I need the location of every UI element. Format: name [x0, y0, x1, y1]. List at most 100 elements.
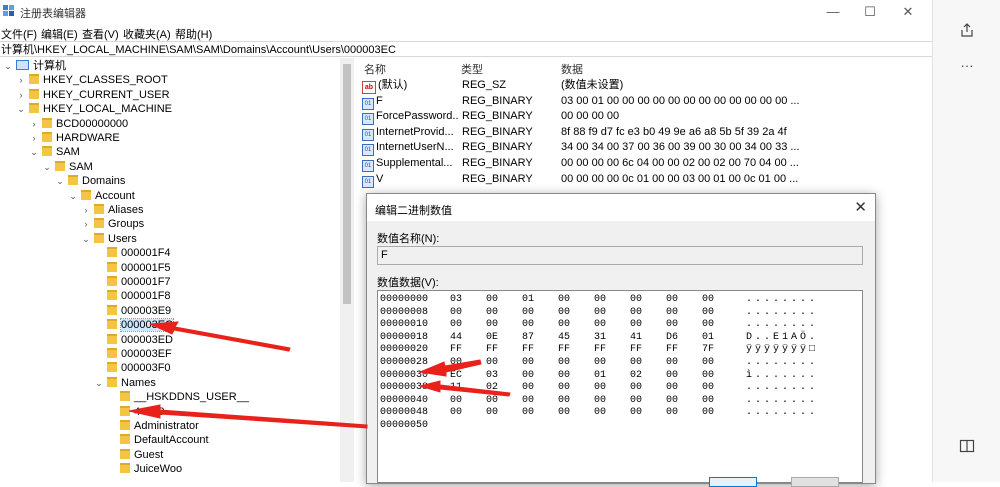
- hex-byte[interactable]: FF: [666, 343, 688, 356]
- minimize-button[interactable]: —: [818, 2, 848, 22]
- hex-byte[interactable]: 00: [630, 406, 652, 419]
- hex-byte[interactable]: 00: [630, 394, 652, 407]
- hex-row[interactable]: 00000038 11 02 00 00 00 00 00 00........: [380, 381, 860, 394]
- hex-row[interactable]: 00000018 44 0E 87 45 31 41 D6 01 D..E1AÖ.: [380, 331, 860, 344]
- hex-byte[interactable]: 00: [630, 306, 652, 319]
- hex-byte[interactable]: 00: [666, 306, 688, 319]
- hex-byte[interactable]: 00: [558, 318, 580, 331]
- hex-byte[interactable]: 11: [450, 381, 472, 394]
- hex-byte[interactable]: 00: [450, 306, 472, 319]
- hex-byte[interactable]: 00: [702, 406, 724, 419]
- hex-byte[interactable]: 7F: [702, 343, 724, 356]
- hex-byte[interactable]: FF: [450, 343, 472, 356]
- share-icon[interactable]: [959, 22, 975, 38]
- hex-byte[interactable]: 00: [486, 356, 508, 369]
- hex-byte[interactable]: 00: [630, 318, 652, 331]
- hex-byte[interactable]: EC: [450, 369, 472, 382]
- hex-row[interactable]: 00000000 03 00 01 00 00 00 00 00........: [380, 293, 860, 306]
- chevron-down-icon[interactable]: ⌄: [17, 102, 25, 116]
- column-type-header[interactable]: 类型: [461, 61, 483, 77]
- value-row[interactable]: 01 InternetProvid... REG_BINARY 8f 88 f9 d7…: [362, 125, 932, 141]
- value-row[interactable]: ab (默认) REG_SZ (数值未设置): [362, 78, 932, 94]
- value-row[interactable]: 01 InternetUserN... REG_BINARY 34 00 34 00 …: [362, 140, 932, 157]
- hex-byte[interactable]: 0E: [486, 331, 508, 344]
- hex-byte[interactable]: 00: [486, 293, 508, 306]
- hex-byte[interactable]: D6: [666, 331, 688, 344]
- hex-byte[interactable]: 00: [702, 356, 724, 369]
- chevron-right-icon[interactable]: ›: [17, 73, 25, 87]
- hex-byte[interactable]: FF: [522, 343, 544, 356]
- hex-byte[interactable]: 00: [558, 306, 580, 319]
- more-options-button[interactable]: ···: [959, 58, 975, 74]
- hex-byte[interactable]: 00: [450, 406, 472, 419]
- hex-byte[interactable]: 00: [630, 356, 652, 369]
- menu-help[interactable]: 帮助(H): [175, 26, 212, 42]
- hex-byte[interactable]: 00: [522, 318, 544, 331]
- hex-byte[interactable]: 02: [630, 369, 652, 382]
- hex-byte[interactable]: 00: [702, 306, 724, 319]
- hex-byte[interactable]: 00: [666, 406, 688, 419]
- hex-byte[interactable]: 00: [666, 394, 688, 407]
- hex-byte[interactable]: 00: [594, 306, 616, 319]
- value-row[interactable]: 01 Supplemental... REG_BINARY 00 00 00 00 6…: [362, 156, 932, 172]
- hex-byte[interactable]: 00: [558, 369, 580, 382]
- menu-view[interactable]: 查看(V): [82, 26, 119, 42]
- hex-byte[interactable]: 00: [558, 394, 580, 407]
- panel-icon[interactable]: [959, 438, 975, 454]
- hex-byte[interactable]: 00: [522, 406, 544, 419]
- chevron-right-icon[interactable]: ›: [82, 217, 90, 231]
- dialog-close-icon[interactable]: ✕: [854, 198, 867, 216]
- chevron-down-icon[interactable]: ⌄: [95, 376, 103, 390]
- tree-scrollbar-thumb[interactable]: [343, 64, 351, 304]
- hex-byte[interactable]: 00: [558, 356, 580, 369]
- hex-byte[interactable]: 00: [702, 318, 724, 331]
- hex-byte[interactable]: 00: [702, 369, 724, 382]
- ok-button[interactable]: [709, 477, 757, 487]
- hex-byte[interactable]: 45: [558, 331, 580, 344]
- hex-byte[interactable]: 01: [594, 369, 616, 382]
- chevron-right-icon[interactable]: ›: [30, 131, 38, 145]
- hex-byte[interactable]: 00: [630, 381, 652, 394]
- hex-byte[interactable]: FF: [594, 343, 616, 356]
- tree-scrollbar[interactable]: [340, 58, 354, 482]
- hex-byte[interactable]: 00: [450, 356, 472, 369]
- value-name-field[interactable]: F: [377, 246, 863, 265]
- chevron-down-icon[interactable]: ⌄: [4, 59, 12, 73]
- chevron-right-icon[interactable]: ›: [30, 117, 38, 131]
- hex-byte[interactable]: 00: [594, 394, 616, 407]
- hex-byte[interactable]: 00: [594, 356, 616, 369]
- value-row[interactable]: 01 ForcePassword... REG_BINARY 00 00 00 00: [362, 109, 932, 126]
- hex-byte[interactable]: 00: [486, 394, 508, 407]
- hex-byte[interactable]: 00: [666, 356, 688, 369]
- hex-row[interactable]: 00000008 00 00 00 00 00 00 00 00........: [380, 306, 860, 319]
- hex-byte[interactable]: 00: [666, 318, 688, 331]
- hex-byte[interactable]: FF: [630, 343, 652, 356]
- hex-byte[interactable]: 00: [702, 394, 724, 407]
- hex-byte[interactable]: 00: [594, 318, 616, 331]
- hex-byte[interactable]: 01: [702, 331, 724, 344]
- hex-byte[interactable]: 00: [522, 356, 544, 369]
- hex-row[interactable]: 00000048 00 00 00 00 00 00 00 00........: [380, 406, 860, 419]
- hex-row[interactable]: 00000030 EC 03 00 00 01 02 00 00 ì.......: [380, 369, 860, 382]
- hex-byte[interactable]: 00: [666, 293, 688, 306]
- hex-byte[interactable]: 00: [522, 394, 544, 407]
- hex-byte[interactable]: 00: [594, 381, 616, 394]
- hex-byte[interactable]: FF: [558, 343, 580, 356]
- hex-byte[interactable]: FF: [486, 343, 508, 356]
- hex-row[interactable]: 00000028 00 00 00 00 00 00 00 00........: [380, 356, 860, 369]
- hex-byte[interactable]: 00: [450, 318, 472, 331]
- cancel-button[interactable]: [791, 477, 839, 487]
- hex-byte[interactable]: 00: [702, 381, 724, 394]
- hex-byte[interactable]: 87: [522, 331, 544, 344]
- hex-byte[interactable]: 03: [486, 369, 508, 382]
- hex-byte[interactable]: 41: [630, 331, 652, 344]
- address-bar[interactable]: 计算机\HKEY_LOCAL_MACHINE\SAM\SAM\Domains\A…: [0, 41, 932, 57]
- hex-byte[interactable]: 03: [450, 293, 472, 306]
- hex-byte[interactable]: 01: [522, 293, 544, 306]
- menu-edit[interactable]: 编辑(E): [41, 26, 78, 42]
- menu-file[interactable]: 文件(F): [1, 26, 37, 42]
- column-data-header[interactable]: 数据: [561, 61, 583, 77]
- hex-byte[interactable]: 00: [702, 293, 724, 306]
- column-name-header[interactable]: 名称: [364, 61, 386, 77]
- chevron-down-icon[interactable]: ⌄: [69, 189, 77, 203]
